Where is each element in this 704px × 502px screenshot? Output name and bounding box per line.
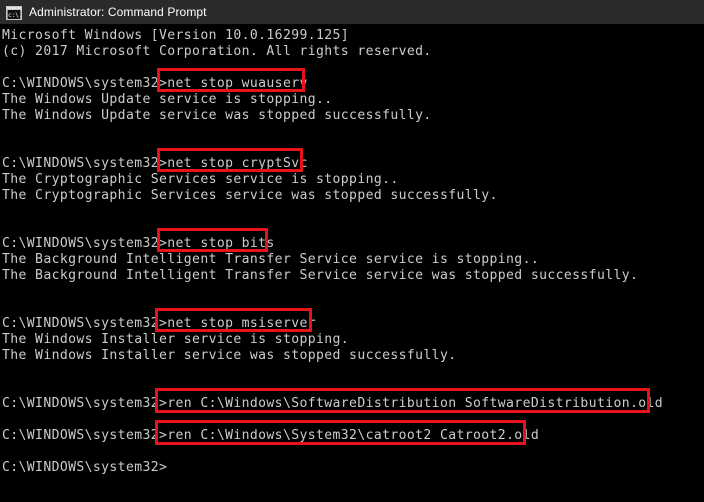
console-line: The Cryptographic Services service is st… (2, 172, 399, 187)
console-line: The Cryptographic Services service was s… (2, 188, 498, 203)
console-line: The Background Intelligent Transfer Serv… (2, 252, 540, 267)
command-prompt-window: c:\. Administrator: Command Prompt Micro… (0, 0, 704, 502)
console-line: C:\WINDOWS\system32>net stop cryptSvc (2, 156, 308, 171)
console-line: C:\WINDOWS\system32>net stop wuauserv (2, 76, 308, 91)
console-output[interactable]: Microsoft Windows [Version 10.0.16299.12… (0, 24, 704, 502)
console-line: Microsoft Windows [Version 10.0.16299.12… (2, 28, 350, 43)
console-line: The Background Intelligent Transfer Serv… (2, 268, 639, 283)
console-line: The Windows Update service was stopped s… (2, 108, 432, 123)
console-line: C:\WINDOWS\system32>ren C:\Windows\Softw… (2, 396, 664, 411)
console-line: The Windows Installer service was stoppe… (2, 348, 457, 363)
command-prompt-icon[interactable]: c:\. (6, 5, 22, 20)
console-line: C:\WINDOWS\system32>net stop msiserver (2, 316, 316, 331)
svg-text:c:\.: c:\. (8, 12, 22, 19)
window-title: Administrator: Command Prompt (29, 5, 207, 19)
console-line: The Windows Update service is stopping.. (2, 92, 333, 107)
console-line: The Windows Installer service is stoppin… (2, 332, 350, 347)
console-line: C:\WINDOWS\system32>net stop bits (2, 236, 275, 251)
console-line: C:\WINDOWS\system32> (2, 460, 168, 475)
console-line: C:\WINDOWS\system32>ren C:\Windows\Syste… (2, 428, 540, 443)
console-line: (c) 2017 Microsoft Corporation. All righ… (2, 44, 432, 59)
titlebar[interactable]: c:\. Administrator: Command Prompt (0, 0, 704, 24)
